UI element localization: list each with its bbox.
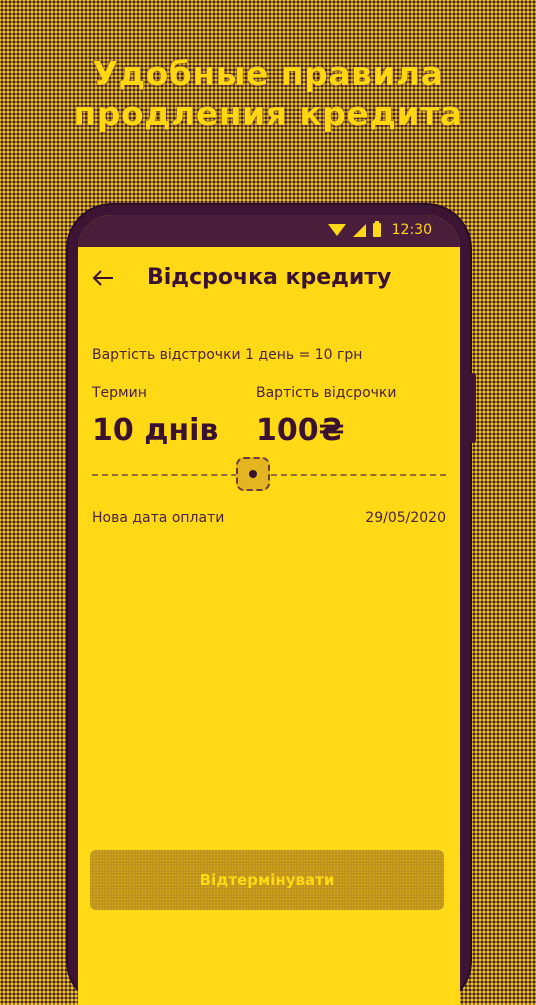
status-icons: 12:30 [327, 221, 432, 238]
wifi-icon [327, 224, 346, 236]
deferral-rate-text: Вартість відстрочки 1 день = 10 грн [92, 347, 363, 363]
headline-line-1: Удобные правила [92, 54, 444, 93]
phone-frame: 12:30 Відсрочка кредиту Вартість відстро… [68, 205, 476, 1005]
new-payment-date-value: 29/05/2020 [365, 510, 446, 526]
page-title: Відсрочка кредиту [147, 265, 392, 290]
status-bar: 12:30 [78, 215, 460, 247]
term-label: Термин [92, 385, 147, 401]
new-payment-date-label: Нова дата оплати [92, 510, 225, 526]
signal-icon [352, 223, 366, 237]
term-value: 10 днів [92, 413, 219, 448]
arrow-left-icon[interactable] [90, 265, 116, 291]
promo-headline: Удобные правила продления кредита [0, 54, 536, 134]
status-time: 12:30 [391, 222, 432, 238]
phone-screen: 12:30 Відсрочка кредиту Вартість відстро… [78, 215, 460, 1005]
battery-icon [372, 221, 381, 237]
phone-side-button [470, 373, 476, 443]
app-bar: Відсрочка кредиту [78, 247, 460, 311]
cost-value: 100₴ [256, 413, 345, 448]
cost-label: Вартість відсрочки [256, 385, 397, 401]
headline-line-2: продления кредита [73, 94, 463, 133]
term-slider-thumb[interactable] [236, 457, 270, 491]
defer-button[interactable]: Відтермінувати [90, 850, 444, 910]
